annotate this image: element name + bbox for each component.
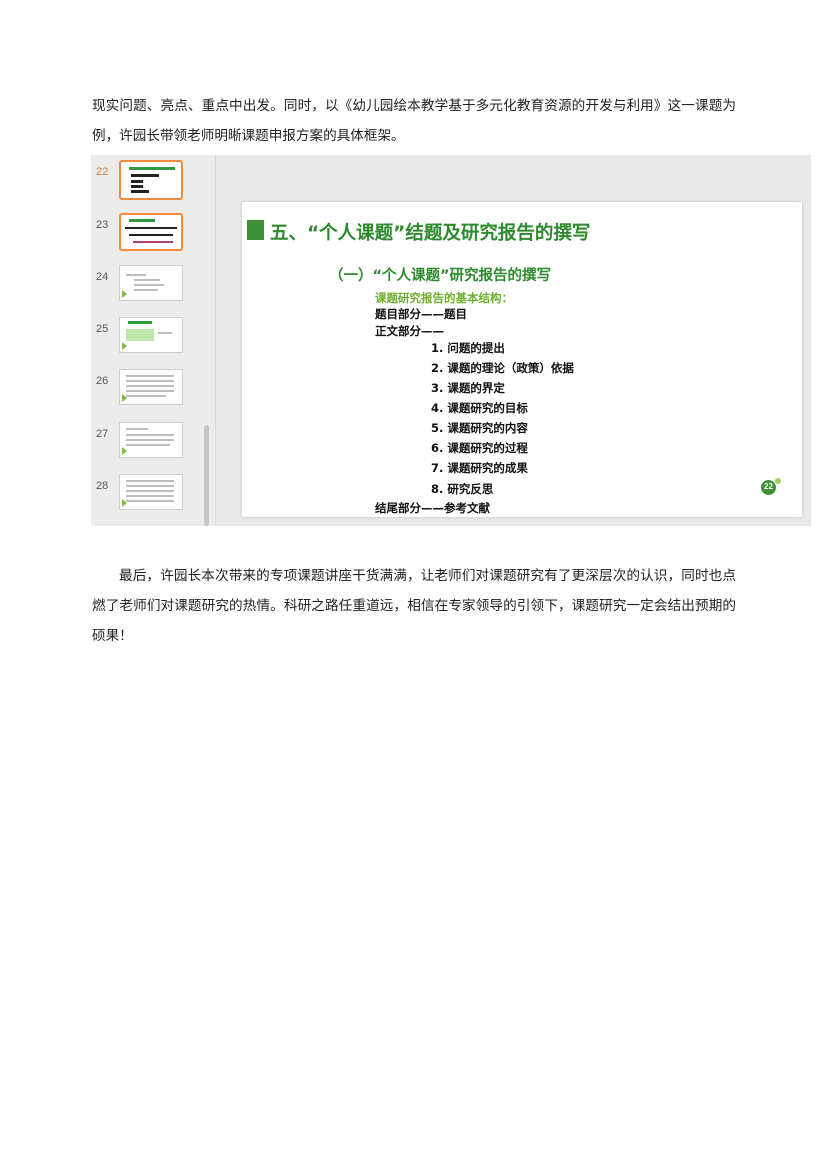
slide-thumbnail-23[interactable]: 23 <box>91 213 215 257</box>
slide-logo-text: 22 <box>764 482 773 491</box>
current-slide: 五、“个人课题”结题及研究报告的撰写 （一）“个人课题”研究报告的撰写 课题研究… <box>242 202 802 517</box>
slide-title: 五、“个人课题”结题及研究报告的撰写 <box>270 223 591 244</box>
slide-thumbnail-28[interactable]: 28 <box>91 474 215 518</box>
slide-line: 3. 课题的界定 <box>431 381 505 395</box>
slide-preview <box>119 213 183 251</box>
slide-number: 25 <box>96 323 109 335</box>
logo-dot-icon <box>775 478 781 484</box>
slide-thumbnail-25[interactable]: 25 <box>91 317 215 361</box>
slide-preview <box>119 422 183 458</box>
slide-number: 27 <box>96 428 109 440</box>
slide-line: 7. 课题研究的成果 <box>431 461 528 475</box>
slide-number: 23 <box>96 219 109 231</box>
slide-number: 24 <box>96 271 109 283</box>
slide-line: 结尾部分——参考文献 <box>375 501 490 515</box>
closing-paragraph: 最后，许园长本次带来的专项课题讲座干货满满，让老师们对课题研究有了更深层次的认识… <box>92 568 736 644</box>
slide-thumbnail-27[interactable]: 27 <box>91 422 215 466</box>
slide-line: 8. 研究反思 <box>431 482 494 496</box>
slide-thumbnail-26[interactable]: 26 <box>91 369 215 413</box>
slide-line: 正文部分—— <box>375 324 444 338</box>
slide-preview <box>119 317 183 353</box>
slide-line: 5. 课题研究的内容 <box>431 421 528 435</box>
slide-logo-icon: 22 <box>761 480 776 495</box>
slide-number: 22 <box>96 166 109 178</box>
slide-number: 26 <box>96 375 109 387</box>
slide-thumbnail-panel: 22 23 24 25 26 27 28 <box>91 155 215 526</box>
intro-paragraph: 现实问题、亮点、重点中出发。同时，以《幼儿园绘本教学基于多元化教育资源的开发与利… <box>92 98 736 144</box>
slide-line: 4. 课题研究的目标 <box>431 401 528 415</box>
slide-preview <box>119 474 183 510</box>
slide-thumbnail-22[interactable]: 22 <box>91 160 215 204</box>
panel-divider <box>215 155 216 526</box>
slide-line: 2. 课题的理论（政策）依据 <box>431 361 574 375</box>
slide-thumbnail-24[interactable]: 24 <box>91 265 215 309</box>
ppt-screenshot: 22 23 24 25 26 27 28 五、“个人课题”结题及研究报告的撰写 … <box>91 155 811 526</box>
slide-line: 题目部分——题目 <box>375 307 467 321</box>
thumbnail-scrollbar[interactable] <box>204 425 209 526</box>
slide-preview <box>119 265 183 301</box>
slide-number: 28 <box>96 480 109 492</box>
slide-subtitle: （一）“个人课题”研究报告的撰写 <box>329 268 552 284</box>
slide-heading: 课题研究报告的基本结构： <box>375 291 513 305</box>
slide-line: 6. 课题研究的过程 <box>431 441 528 455</box>
slide-line: 1. 问题的提出 <box>431 341 505 355</box>
slide-preview <box>119 160 183 200</box>
title-accent-bar <box>247 220 264 240</box>
slide-preview <box>119 369 183 405</box>
